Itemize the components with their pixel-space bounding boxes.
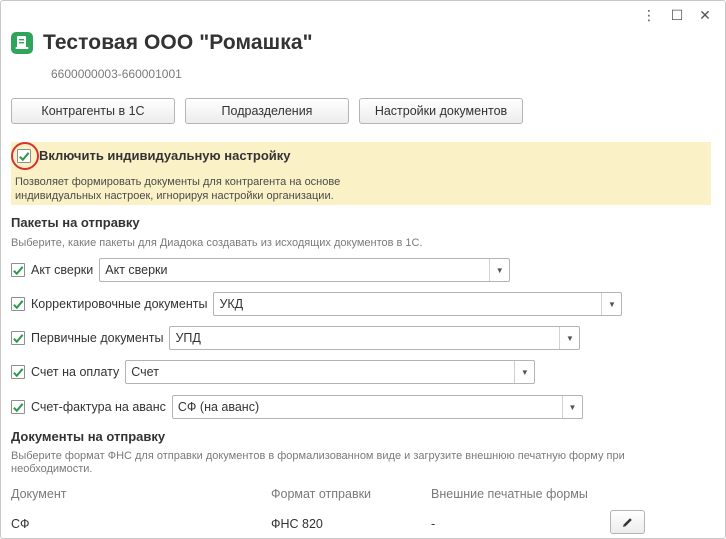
package-primary-value: УПД xyxy=(175,331,201,345)
dropdown-arrow-icon[interactable]: ▼ xyxy=(601,293,621,315)
package-act-label: Акт сверки xyxy=(31,263,94,277)
dropdown-arrow-icon[interactable]: ▼ xyxy=(489,259,509,281)
package-invoice-value: Счет xyxy=(131,365,159,379)
check-icon xyxy=(13,367,24,377)
close-icon[interactable]: ✕ xyxy=(695,6,715,24)
package-correction-value: УКД xyxy=(219,297,244,311)
package-correction-select[interactable]: УКД ▼ xyxy=(213,292,623,316)
table-row-print-form: - xyxy=(431,517,436,531)
package-row-advance: Счет-фактура на аванс СФ (на аванс) ▼ xyxy=(11,395,583,419)
individual-settings-description: Позволяет формировать документы для конт… xyxy=(15,176,341,202)
pencil-icon xyxy=(623,517,632,527)
dropdown-arrow-icon[interactable]: ▼ xyxy=(514,361,534,383)
package-advance-checkbox[interactable] xyxy=(11,400,25,414)
package-row-primary: Первичные документы УПД ▼ xyxy=(11,326,581,350)
package-advance-value: СФ (на аванс) xyxy=(177,400,260,414)
individual-settings-checkbox[interactable] xyxy=(17,149,31,163)
package-advance-label: Счет-фактура на аванс xyxy=(31,400,166,414)
settings-window: ⋮ ☐ ✕ Тестовая ООО "Ромашка" 6600000003-… xyxy=(0,0,726,539)
package-advance-select[interactable]: СФ (на аванс) ▼ xyxy=(171,395,583,419)
dropdown-arrow-icon[interactable]: ▼ xyxy=(559,327,579,349)
column-header-format: Формат отправки xyxy=(271,487,372,501)
edit-print-form-button[interactable] xyxy=(610,510,645,534)
toolbar: Контрагенты в 1С Подразделения Настройки… xyxy=(11,98,523,124)
check-icon xyxy=(13,402,24,412)
package-correction-checkbox[interactable] xyxy=(11,297,25,311)
window-controls: ⋮ ☐ ✕ xyxy=(639,6,715,24)
package-act-value: Акт сверки xyxy=(105,263,168,277)
package-row-correction: Корректировочные документы УКД ▼ xyxy=(11,292,623,316)
package-act-select[interactable]: Акт сверки ▼ xyxy=(99,258,511,282)
documents-title: Документы на отправку xyxy=(11,429,166,444)
table-row-doc: СФ xyxy=(11,517,30,531)
packages-title: Пакеты на отправку xyxy=(11,215,140,230)
document-settings-button[interactable]: Настройки документов xyxy=(359,98,523,124)
package-invoice-select[interactable]: Счет ▼ xyxy=(125,360,536,384)
inn-kpp-text: 6600000003-660001001 xyxy=(51,67,182,81)
documents-subtitle: Выберите формат ФНС для отправки докумен… xyxy=(11,450,625,475)
package-act-checkbox[interactable] xyxy=(11,263,25,277)
package-row-act: Акт сверки Акт сверки ▼ xyxy=(11,258,511,282)
package-primary-select[interactable]: УПД ▼ xyxy=(169,326,581,350)
maximize-icon[interactable]: ☐ xyxy=(667,6,687,24)
table-row-format[interactable]: ФНС 820 xyxy=(271,517,323,531)
check-icon xyxy=(13,265,24,275)
diadoc-app-icon xyxy=(11,32,33,54)
package-row-invoice: Счет на оплату Счет ▼ xyxy=(11,360,536,384)
counterparties-1c-button[interactable]: Контрагенты в 1С xyxy=(11,98,175,124)
packages-subtitle: Выберите, какие пакеты для Диадока созда… xyxy=(11,237,423,249)
package-primary-checkbox[interactable] xyxy=(11,331,25,345)
check-icon xyxy=(19,151,30,161)
check-icon xyxy=(13,299,24,309)
package-invoice-label: Счет на оплату xyxy=(31,365,120,379)
dropdown-arrow-icon[interactable]: ▼ xyxy=(561,396,582,418)
column-header-document: Документ xyxy=(11,487,67,501)
column-header-print-forms: Внешние печатные формы xyxy=(431,487,588,501)
package-invoice-checkbox[interactable] xyxy=(11,365,25,379)
package-correction-label: Корректировочные документы xyxy=(31,297,208,311)
package-primary-label: Первичные документы xyxy=(31,331,164,345)
page-title: Тестовая ООО "Ромашка" xyxy=(43,31,313,54)
individual-settings-label: Включить индивидуальную настройку xyxy=(39,148,291,163)
individual-settings-notice: Включить индивидуальную настройку Позвол… xyxy=(11,142,711,205)
check-icon xyxy=(13,333,24,343)
header: Тестовая ООО "Ромашка" xyxy=(11,31,313,55)
departments-button[interactable]: Подразделения xyxy=(185,98,349,124)
more-menu-icon[interactable]: ⋮ xyxy=(639,6,659,24)
